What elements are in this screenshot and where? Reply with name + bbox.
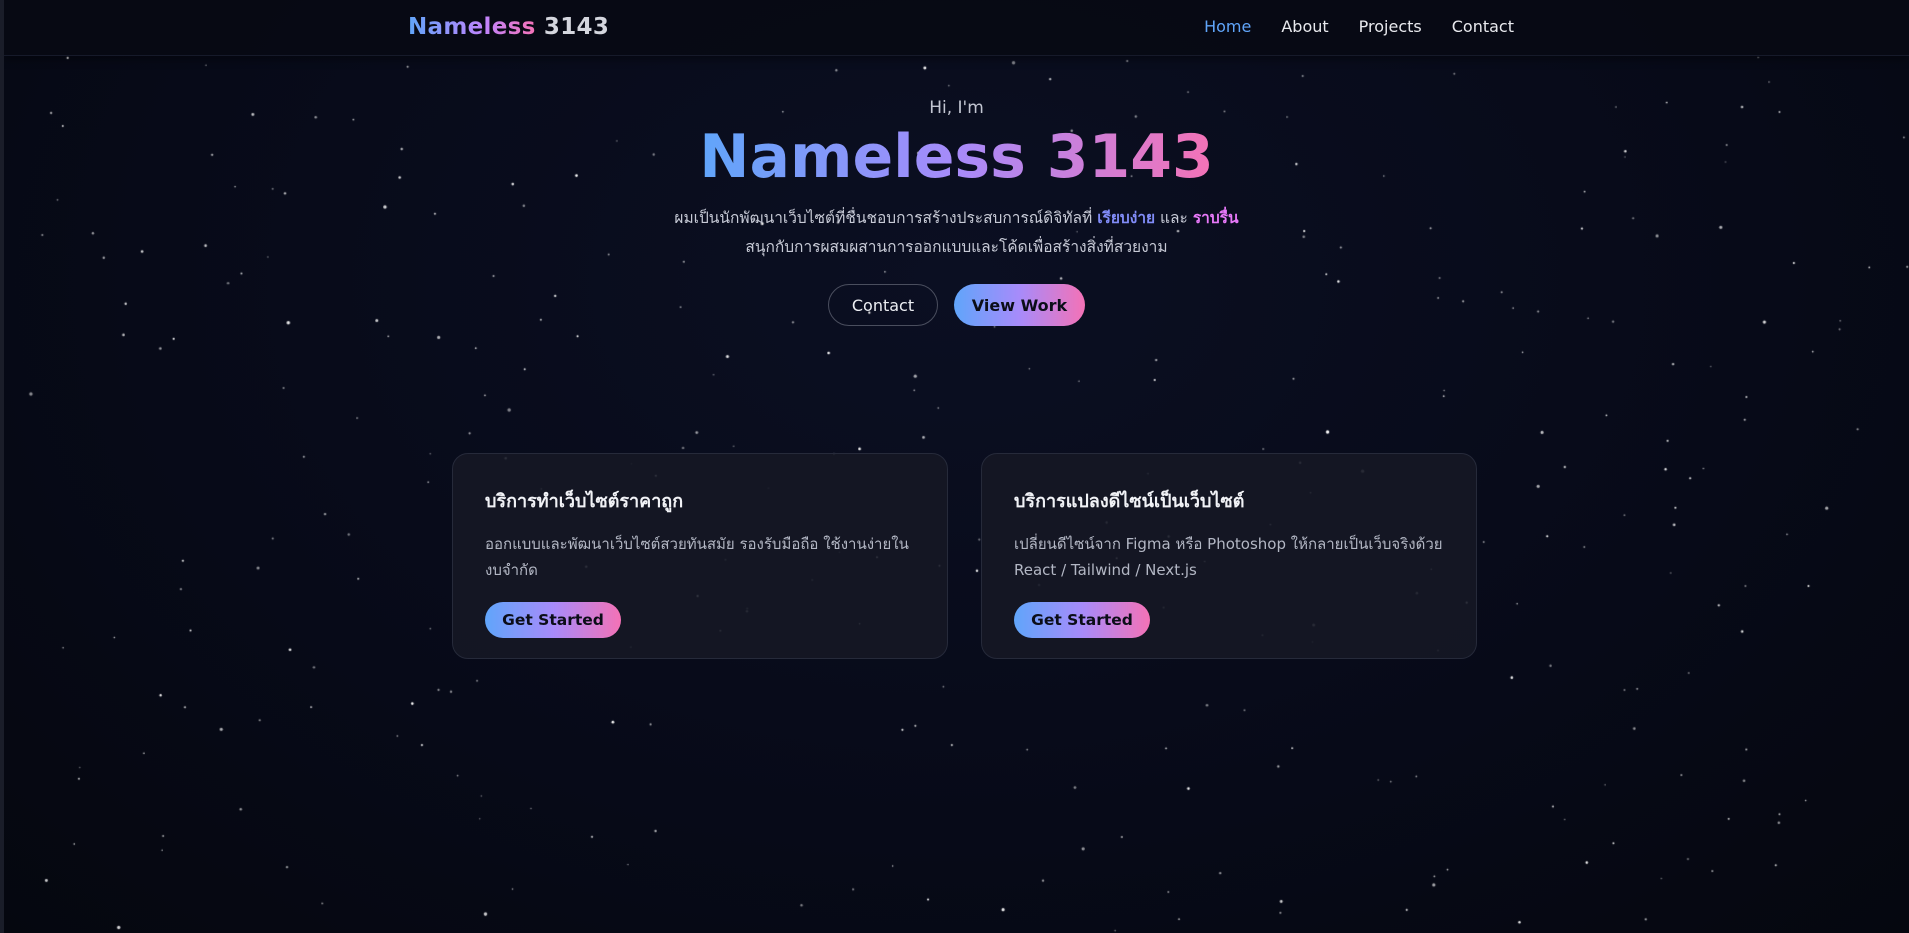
service-card-title: บริการแปลงดีไซน์เป็นเว็บไซต์ xyxy=(1014,491,1245,512)
hero-accent-smooth: ราบรื่น xyxy=(1192,209,1239,227)
get-started-button[interactable]: Get Started xyxy=(1014,602,1150,638)
nav-link-contact[interactable]: Contact xyxy=(1452,17,1514,36)
hero-line-1-prefix: ผมเป็นนักพัฒนาเว็บไซต์ที่ชื่นชอบการสร้าง… xyxy=(674,209,1093,227)
services-section: บริการทำเว็บไซต์ราคาถูก ออกแบบและพัฒนาเว… xyxy=(452,453,1477,659)
page: Nameless 3143 Home About Projects Contac… xyxy=(0,0,1909,933)
service-card-description: ออกแบบและพัฒนาเว็บไซต์สวยทันสมัย รองรับม… xyxy=(485,535,909,579)
nav-link-about[interactable]: About xyxy=(1281,17,1328,36)
service-card-description: เปลี่ยนดีไซน์จาก Figma หรือ Photoshop ให… xyxy=(1014,535,1443,579)
hero-title: Nameless 3143 xyxy=(699,122,1214,192)
nav-links: Home About Projects Contact xyxy=(1204,17,1514,36)
hero-line-2: สนุกกับการผสมผสานการออกแบบและโค้ดเพื่อสร… xyxy=(745,238,1168,256)
hero-accent-simple: เรียบง่าย xyxy=(1097,209,1156,227)
navbar: Nameless 3143 Home About Projects Contac… xyxy=(4,0,1909,56)
hero-line-1-middle: และ xyxy=(1160,209,1188,227)
get-started-button[interactable]: Get Started xyxy=(485,602,621,638)
brand-number: 3143 xyxy=(543,14,610,40)
hero-line-1: ผมเป็นนักพัฒนาเว็บไซต์ที่ชื่นชอบการสร้าง… xyxy=(4,204,1909,233)
view-work-button[interactable]: View Work xyxy=(954,284,1085,326)
hero-description: ผมเป็นนักพัฒนาเว็บไซต์ที่ชื่นชอบการสร้าง… xyxy=(4,204,1909,262)
hero-greeting: Hi, I'm xyxy=(929,98,984,118)
nav-link-projects[interactable]: Projects xyxy=(1359,17,1422,36)
brand-logo[interactable]: Nameless 3143 xyxy=(408,14,609,40)
nav-link-home[interactable]: Home xyxy=(1204,17,1251,36)
hero-section: Hi, I'm Nameless 3143 ผมเป็นนักพัฒนาเว็บ… xyxy=(4,98,1909,326)
service-card-title: บริการทำเว็บไซต์ราคาถูก xyxy=(485,491,684,512)
brand-name: Nameless xyxy=(408,14,536,40)
hero-buttons: Contact View Work xyxy=(4,284,1909,326)
contact-button[interactable]: Contact xyxy=(828,284,938,326)
service-card-design-to-web: บริการแปลงดีไซน์เป็นเว็บไซต์ เปลี่ยนดีไซ… xyxy=(981,453,1477,659)
service-card-cheap-website: บริการทำเว็บไซต์ราคาถูก ออกแบบและพัฒนาเว… xyxy=(452,453,948,659)
